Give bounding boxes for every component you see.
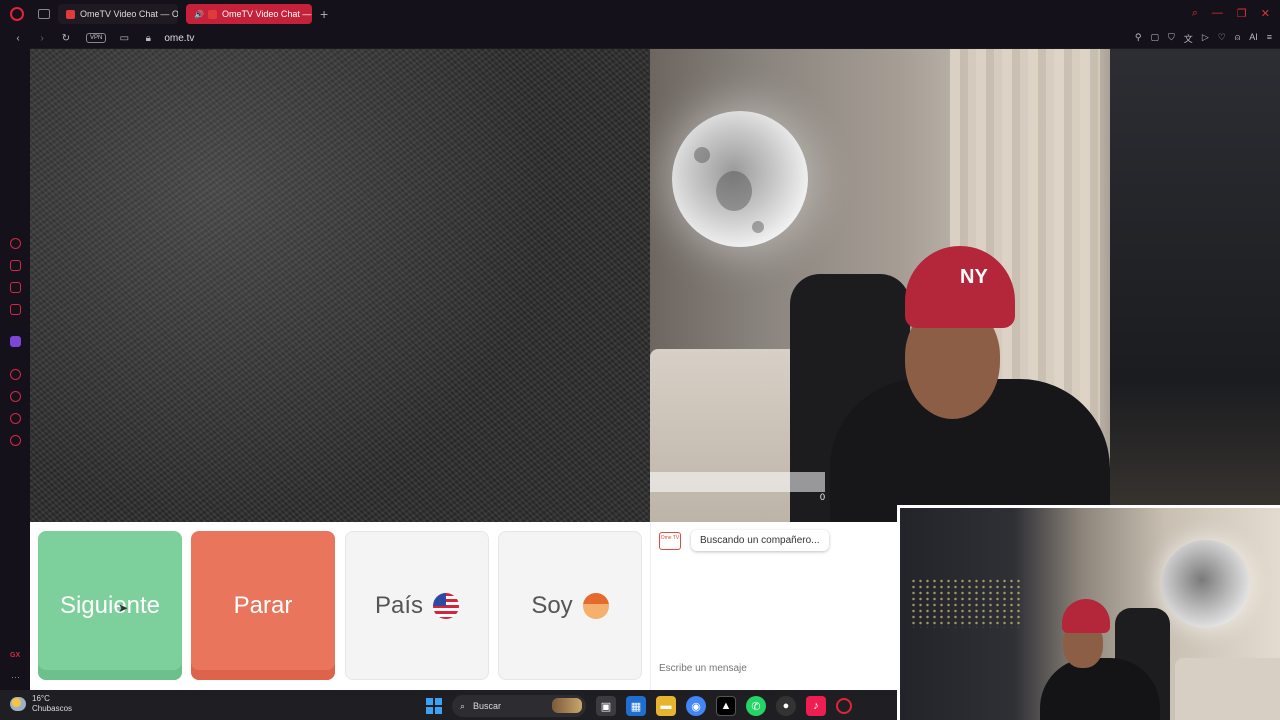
stranger-video [30, 49, 650, 522]
cap-logo: NY [960, 266, 988, 288]
restore-icon[interactable]: ❐ [1237, 7, 1247, 20]
play-icon[interactable]: ▷ [1202, 32, 1209, 45]
settings-icon[interactable] [10, 435, 21, 446]
file-explorer-icon[interactable]: ▬ [656, 696, 676, 716]
extensions-icon[interactable] [10, 413, 21, 424]
mouse-cursor-icon: ➤ [118, 601, 129, 615]
search-label: Buscar [473, 701, 502, 711]
gx-corner-icon[interactable] [10, 260, 21, 271]
weather-text: Chubascos [32, 704, 73, 713]
messenger-icon[interactable] [10, 282, 21, 293]
steam-icon[interactable]: ● [776, 696, 796, 716]
stop-label: Parar [233, 591, 293, 619]
moon-lamp [672, 111, 808, 247]
city-lights [910, 578, 1020, 628]
us-flag-icon [433, 592, 460, 619]
ometv-favicon-icon [66, 9, 75, 19]
sidebar-more-icon[interactable]: ··· [11, 672, 20, 682]
close-icon[interactable]: ✕ [1261, 7, 1270, 20]
stop-button[interactable]: Parar [191, 531, 335, 680]
ometv-logo-icon: Ome TV [659, 532, 681, 550]
translate-icon[interactable]: 文 [1184, 32, 1193, 45]
cap [1062, 599, 1110, 633]
ometv-favicon-icon [207, 9, 217, 19]
account-icon[interactable]: ⍝ [1235, 32, 1240, 45]
menu-icon[interactable]: ≡ [1267, 32, 1272, 45]
taskbar-center: ⌕ Buscar ▣ ▦ ▬ ◉ ▲ ✆ ● ♪ [426, 695, 852, 717]
message-input[interactable] [651, 656, 898, 680]
status-message: Buscando un compañero... [691, 530, 829, 551]
report-counter: 0 [820, 492, 826, 502]
speaker-icon[interactable]: 🔊 [194, 10, 204, 19]
search-icon: ⌕ [460, 700, 466, 711]
temperature: 16°C [32, 694, 50, 703]
address-bar: ‹ › ↻ VPN ▭ 🔒︎ ome.tv ⚲ ▢ ⛉ 文 ▷ ♡ ⍝ AI ≡ [0, 28, 1280, 48]
forward-icon[interactable]: › [36, 33, 48, 44]
sofa [1175, 658, 1280, 720]
gender-label: Soy [531, 591, 573, 619]
heart-icon[interactable]: ♡ [1218, 32, 1226, 45]
back-icon[interactable]: ‹ [12, 33, 24, 44]
pin-icon[interactable]: ⚲ [1135, 32, 1142, 45]
gx-control-icon[interactable] [10, 238, 21, 249]
chrome-icon[interactable]: ◉ [686, 696, 706, 716]
url-field[interactable]: ome.tv [164, 33, 194, 44]
self-preview [897, 505, 1280, 720]
toolbar-icons: ⚲ ▢ ⛉ 文 ▷ ♡ ⍝ AI ≡ [1135, 32, 1272, 45]
tab-ometv-2[interactable]: 🔊 OmeTV Video Chat — O [186, 4, 312, 24]
weather-widget[interactable]: 16°C Chubascos [10, 694, 72, 714]
browser-tab-bar: OmeTV Video Chat — Ome 🔊 OmeTV Video Cha… [0, 0, 1280, 28]
start-icon[interactable] [426, 698, 442, 714]
gender-button[interactable]: Soy [498, 531, 642, 680]
tab-label: OmeTV Video Chat — Ome [80, 9, 178, 19]
tiktok-icon[interactable]: ♪ [806, 696, 826, 716]
tab-ometv-1[interactable]: OmeTV Video Chat — Ome [58, 4, 178, 24]
next-label: Siguiente [59, 591, 161, 619]
blurred-name-strip [650, 472, 825, 492]
aria-ai-button[interactable]: AI [1249, 32, 1258, 45]
window [1110, 49, 1280, 522]
opera-menu-icon[interactable] [10, 7, 24, 21]
whatsapp-icon[interactable]: ✆ [746, 696, 766, 716]
browser-sidebar: GX ··· [0, 48, 30, 690]
window-controls: ⌕ — ❐ ✕ [1192, 7, 1270, 20]
tab-label: OmeTV Video Chat — O [221, 9, 312, 19]
tab-island-icon[interactable] [38, 9, 50, 19]
lock-icon[interactable]: 🔒︎ [142, 33, 154, 44]
taskbar-search[interactable]: ⌕ Buscar [452, 695, 586, 717]
partner-video: NY 0 [650, 49, 1280, 522]
vpn-badge[interactable]: VPN [86, 33, 107, 43]
new-tab-button[interactable]: + [320, 6, 328, 22]
minimize-icon[interactable]: — [1212, 7, 1223, 20]
camera-icon[interactable]: ▭ [118, 33, 130, 44]
capcut-icon[interactable]: ▲ [716, 696, 736, 716]
search-highlight-art [552, 698, 582, 713]
reload-icon[interactable]: ↻ [60, 33, 72, 44]
country-button[interactable]: País [345, 531, 489, 680]
opera-gx-icon[interactable] [836, 698, 852, 714]
music-icon[interactable] [10, 304, 21, 315]
shield-icon[interactable]: ⛉ [1168, 32, 1175, 45]
moon-lamp [1162, 540, 1250, 628]
windows-taskbar: 16°C Chubascos ⌕ Buscar ▣ ▦ ▬ ◉ ▲ ✆ ● ♪ [0, 690, 897, 720]
task-view-icon[interactable]: ▣ [596, 696, 616, 716]
boy-icon [582, 592, 609, 619]
search-tabs-icon[interactable]: ⌕ [1192, 7, 1198, 20]
snapshot-icon[interactable]: ▢ [1151, 32, 1160, 45]
country-label: País [374, 591, 424, 619]
twitch-icon[interactable] [10, 336, 21, 347]
store-icon[interactable]: ▦ [626, 696, 646, 716]
next-button[interactable]: Siguiente [38, 531, 182, 680]
player-icon[interactable] [10, 369, 21, 380]
history-icon[interactable] [10, 391, 21, 402]
chat-panel: Ome TV Buscando un compañero... [650, 522, 898, 690]
gx-label[interactable]: GX [10, 652, 20, 659]
weather-icon [10, 697, 26, 711]
